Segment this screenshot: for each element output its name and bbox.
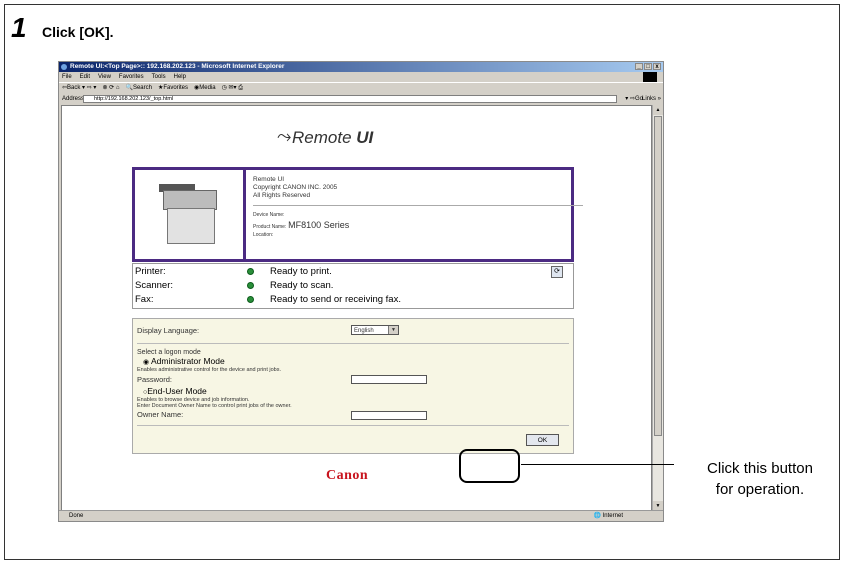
- product-name-label: Product Name:: [253, 224, 287, 230]
- history-mail-icons[interactable]: ◷ ✉▾ ⎙: [222, 83, 243, 94]
- address-bar: Address http://192.168.202.123/_top.html…: [59, 94, 663, 104]
- logon-form: Display Language: English ▼ Select a logo…: [132, 318, 574, 454]
- menu-help[interactable]: Help: [174, 72, 186, 82]
- address-input[interactable]: http://192.168.202.123/_top.html: [83, 95, 617, 103]
- logon-mode-label: Select a logon mode: [137, 349, 201, 356]
- window-controls: _ □ x: [635, 63, 661, 70]
- browser-window: Remote UI:<Top Page>:: 192.168.202.123 -…: [58, 61, 664, 522]
- device-status-box: Printer: Ready to print. Scanner: Ready to…: [132, 263, 574, 309]
- remote-ui-logo-icon: ⤳: [277, 126, 292, 146]
- admin-mode-desc: Enables administrative control for the d…: [137, 367, 281, 373]
- stop-refresh-home-icons[interactable]: ⊗ ⟳ ⌂: [102, 83, 119, 94]
- menu-file[interactable]: File: [62, 72, 72, 82]
- product-name-value: MF8100 Series: [288, 220, 350, 230]
- password-label: Password:: [137, 375, 173, 384]
- vertical-scrollbar[interactable]: ▲ ▼: [652, 105, 663, 511]
- status-ok-icon: [247, 296, 254, 303]
- browser-titlebar: Remote UI:<Top Page>:: 192.168.202.123 -…: [59, 62, 663, 72]
- menu-edit[interactable]: Edit: [80, 72, 90, 82]
- enduser-desc-2: Enter Document Owner Name to control pri…: [137, 403, 292, 409]
- printer-image: [135, 170, 246, 259]
- back-button[interactable]: ⇦Back ▾ ⇨ ▾: [62, 83, 96, 94]
- windows-logo: [643, 72, 657, 82]
- chevron-down-icon: ▼: [388, 326, 398, 334]
- search-button[interactable]: 🔍Search: [125, 83, 152, 94]
- menu-view[interactable]: View: [98, 72, 111, 82]
- links-button[interactable]: Links »: [642, 94, 661, 104]
- minimize-button[interactable]: _: [635, 63, 643, 70]
- owner-name-input[interactable]: [351, 411, 427, 420]
- status-ok-icon: [247, 282, 254, 289]
- owner-name-label: Owner Name:: [137, 410, 184, 419]
- ok-highlight-ring: [459, 449, 520, 483]
- go-button[interactable]: ▾ ⇨Go: [625, 94, 643, 104]
- remote-ui-title: Remote UI: [292, 128, 374, 147]
- media-button[interactable]: ◉Media: [194, 83, 216, 94]
- status-done: Done: [69, 513, 84, 519]
- admin-mode-radio[interactable]: ◉ Administrator Mode: [143, 356, 225, 366]
- browser-title: Remote UI:<Top Page>:: 192.168.202.123 -…: [70, 63, 285, 70]
- device-name-label: Device Name:: [253, 212, 285, 218]
- status-zone: 🌐 Internet: [593, 513, 624, 519]
- device-info-box: Remote UI Copyright CANON INC. 2005 All …: [132, 167, 583, 262]
- location-label: Location:: [253, 232, 274, 238]
- favorites-button[interactable]: ★Favorites: [158, 83, 188, 94]
- step-instruction: Click [OK].: [42, 24, 114, 40]
- display-language-label: Display Language:: [137, 326, 200, 335]
- enduser-mode-radio[interactable]: ○End-User Mode: [143, 386, 207, 396]
- menu-favorites[interactable]: Favorites: [119, 72, 144, 82]
- scroll-thumb: [654, 116, 662, 436]
- info-line-1: Remote UI: [253, 176, 285, 183]
- page-content: ⤳ Remote UI Remote UI Copyright CANON IN…: [61, 105, 652, 511]
- close-button[interactable]: x: [653, 63, 661, 70]
- refresh-icon[interactable]: ⟳: [551, 266, 563, 278]
- callout-line: [521, 464, 674, 465]
- browser-toolbar: ⇦Back ▾ ⇨ ▾ ⊗ ⟳ ⌂ 🔍Search ★Favorites ◉Me…: [59, 82, 663, 94]
- info-line-3: All Rights Reserved: [253, 192, 311, 199]
- maximize-button[interactable]: □: [644, 63, 652, 70]
- device-info: Remote UI Copyright CANON INC. 2005 All …: [253, 176, 583, 239]
- display-language-select[interactable]: English ▼: [351, 325, 399, 335]
- ok-button[interactable]: OK: [526, 434, 559, 446]
- browser-statusbar: Done 🌐 Internet: [59, 510, 663, 521]
- address-label: Address: [62, 96, 85, 102]
- step-number: 1: [11, 12, 27, 43]
- status-ok-icon: [247, 268, 254, 275]
- canon-logo: Canon: [326, 468, 369, 483]
- info-line-2: Copyright CANON INC. 2005: [253, 184, 338, 191]
- ie-icon: [61, 64, 67, 70]
- menu-tools[interactable]: Tools: [152, 72, 166, 82]
- scroll-up-icon: ▲: [653, 105, 663, 115]
- password-input[interactable]: [351, 375, 427, 384]
- callout-text: Click this button for operation.: [707, 460, 813, 498]
- menubar: File Edit View Favorites Tools Help: [59, 72, 663, 82]
